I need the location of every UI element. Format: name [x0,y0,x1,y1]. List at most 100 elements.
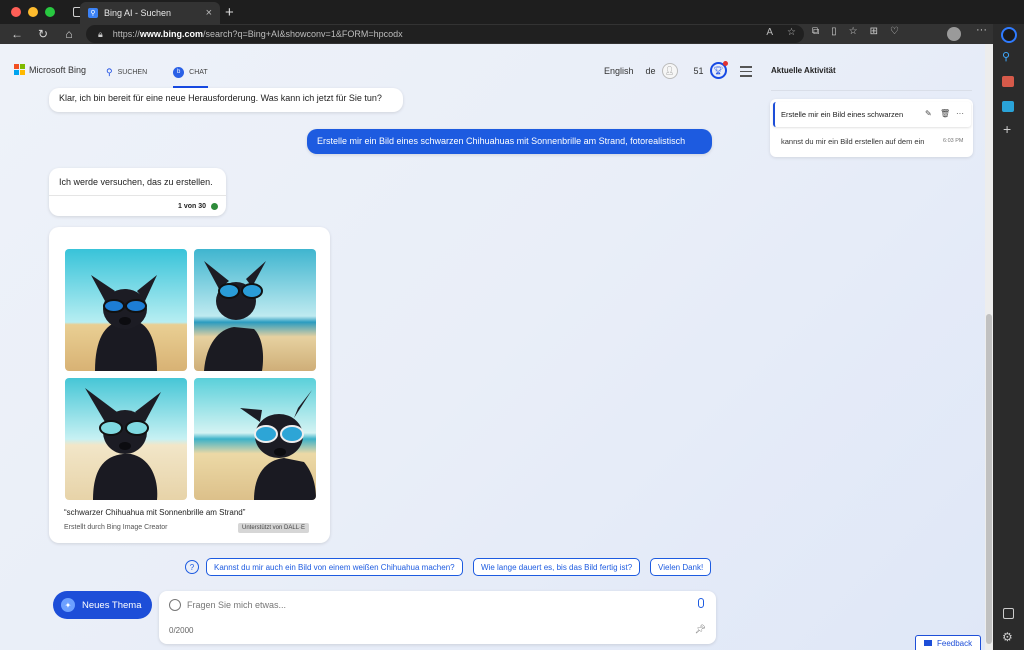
url-domain: www.bing.com [139,29,203,39]
back-button[interactable]: ← [4,27,30,41]
image-result-card: “schwarzer Chihuahua mit Sonnenbrille am… [49,227,330,543]
browser-titlebar: ⚲ Bing AI - Suchen × + [0,0,1024,24]
url-path: /search?q=Bing+AI&showconv=1&FORM=hpcodx [202,29,403,39]
chihuahua-image [65,378,187,500]
dalle-badge: Unterstützt von DALL·E [238,523,310,533]
sidebar-layout-icon[interactable] [1003,608,1014,619]
microsoft-logo-icon [14,64,25,75]
header-right: English de 👤︎ 51 🏆︎ [604,61,728,79]
address-bar[interactable]: 🔒︎ https://www.bing.com/search?q=Bing+AI… [86,25,804,43]
split-screen-icon[interactable]: ▯ [831,26,837,37]
microphone-icon[interactable] [698,598,704,608]
activity-title: Aktuelle Aktivität [771,66,836,75]
activity-item-active[interactable]: Erstelle mir ein Bild eines schwarzen ✎ … [773,102,971,127]
nav-search-tab[interactable]: ⚲ SUCHEN [106,64,147,80]
activity-item[interactable]: kannst du mir ein Bild erstellen auf dem… [781,137,941,146]
pin-icon[interactable]: 📌︎ [695,624,706,635]
suggestion-chip[interactable]: Kannst du mir auch ein Bild von einem we… [206,558,463,576]
minimize-window-button[interactable] [28,7,38,17]
nav-chat-tab[interactable]: b CHAT [173,64,208,88]
chihuahua-image [194,249,316,371]
profile-avatar[interactable] [947,27,961,41]
sidebar-settings-icon[interactable]: ⚙ [1002,630,1013,644]
activity-panel: Erstelle mir ein Bild eines schwarzen ✎ … [770,99,973,157]
sidebar-search-icon[interactable]: ⚲ [1002,50,1010,63]
more-menu-icon[interactable]: ··· [976,24,987,36]
search-icon: ⚲ [106,66,113,77]
generated-image-2[interactable] [194,249,316,371]
feedback-icon [924,640,932,646]
chat-input-placeholder[interactable]: Fragen Sie mich etwas... [187,600,286,610]
read-aloud-icon[interactable]: A [766,27,773,38]
window-controls [11,7,55,17]
top-navigation: ⚲ SUCHEN b CHAT [106,64,208,88]
generated-image-3[interactable] [65,378,187,500]
bot-message-text: Klar, ich bin bereit für eine neue Herau… [59,93,382,103]
bot-message: Ich werde versuchen, das zu erstellen. 1… [49,168,226,216]
browser-sidebar: ⚲ + ⚙ [993,24,1024,650]
chat-bubble-icon [169,599,181,611]
url-prefix: https:// [112,29,140,39]
generated-image-1[interactable] [65,249,187,371]
activity-item-time: 6:03 PM [943,138,964,144]
divider [771,90,972,91]
locale-label[interactable]: de [646,66,656,76]
activity-item-text: Erstelle mir ein Bild eines schwarzen [781,110,904,119]
new-tab-button[interactable]: + [225,4,234,21]
rewards-trophy-icon[interactable]: 🏆︎ [709,61,728,79]
add-sidebar-app-icon[interactable]: + [1003,121,1011,137]
bot-message-text: Ich werde versuchen, das zu erstellen. [59,177,213,187]
user-icon[interactable]: 👤︎ [661,62,678,79]
new-topic-button[interactable]: ✦ Neues Thema [53,591,152,619]
suggestion-chip[interactable]: Vielen Dank! [650,558,712,576]
microsoft-bing-logo[interactable]: Microsoft Bing [14,64,86,75]
new-topic-label: Neues Thema [82,599,142,611]
bing-favicon-icon: ⚲ [88,8,98,18]
hamburger-menu-icon[interactable] [740,66,752,80]
bot-message: Klar, ich bin bereit für eine neue Herau… [49,88,403,112]
favorites-icon[interactable]: ☆ [849,26,858,37]
close-window-button[interactable] [11,7,21,17]
lock-icon[interactable]: 🔒︎ [98,29,103,40]
chat-input-box[interactable]: Fragen Sie mich etwas... 0/2000 📌︎ [159,591,716,644]
tools-briefcase-icon[interactable] [1002,76,1014,87]
char-count: 0/2000 [169,626,194,635]
language-toggle[interactable]: English [604,66,634,76]
logo-text: Microsoft Bing [29,64,87,75]
browser-tab-active[interactable]: ⚲ Bing AI - Suchen × [80,2,220,24]
nav-chat-label: CHAT [189,68,208,76]
nav-search-label: SUCHEN [117,68,148,76]
turn-counter: 1 von 30 [49,195,226,216]
home-button[interactable]: ⌂ [56,27,82,41]
chat-icon: b [173,66,185,78]
suggestion-chip[interactable]: Wie lange dauert es, bis das Bild fertig… [473,558,641,576]
rewards-points[interactable]: 51 [694,66,704,76]
delete-trash-icon[interactable]: 🗑︎ [940,109,950,118]
refresh-button[interactable]: ↻ [30,27,56,41]
generated-image-4[interactable] [194,378,316,500]
favorite-star-icon[interactable]: ☆ [787,27,796,38]
tab-title: Bing AI - Suchen [104,8,172,18]
extensions-icon[interactable]: ⧉ [812,26,819,37]
page-scrollbar[interactable] [985,44,993,650]
bing-chat-page: Microsoft Bing ⚲ SUCHEN b CHAT English d… [0,44,985,650]
chihuahua-image [194,378,316,500]
close-tab-icon[interactable]: × [206,7,212,19]
status-dot-icon [211,202,218,210]
maximize-window-button[interactable] [45,7,55,17]
collections-icon[interactable]: ⊞ [870,26,878,37]
more-options-icon[interactable]: ··· [956,109,964,118]
chihuahua-image [65,249,187,371]
bing-copilot-icon[interactable] [1001,27,1017,43]
scrollbar-thumb[interactable] [986,314,992,644]
feedback-button[interactable]: Feedback [915,635,981,650]
help-icon[interactable]: ? [185,560,199,574]
feedback-label: Feedback [937,638,973,648]
user-message: Erstelle mir ein Bild eines schwarzen Ch… [307,129,712,154]
turn-counter-text: 1 von 30 [177,202,206,210]
browser-toolbar: ← ↻ ⌂ 🔒︎ https://www.bing.com/search?q=B… [0,24,1024,44]
edit-pencil-icon[interactable]: ✎ [925,109,932,118]
games-icon[interactable] [1002,101,1014,112]
browser-essentials-icon[interactable]: ♡ [890,26,899,37]
activity-item-text: kannst du mir ein Bild erstellen auf dem… [781,137,925,146]
